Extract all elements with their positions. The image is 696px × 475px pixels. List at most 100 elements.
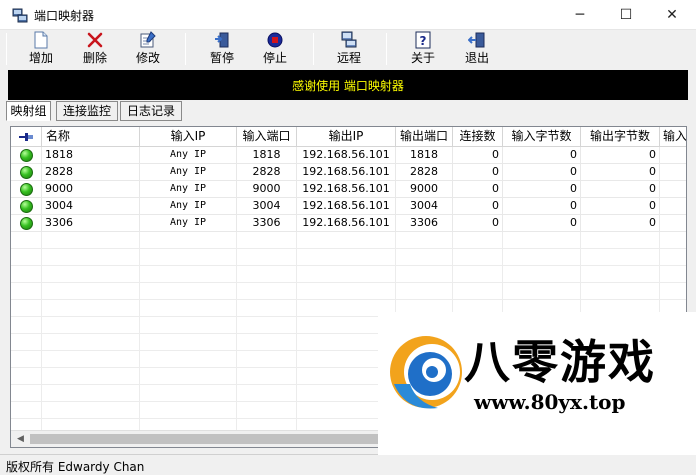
scroll-left-arrow-icon[interactable]: ◀: [12, 431, 29, 447]
remote-computer-icon: [341, 31, 357, 48]
table-row[interactable]: 2828 Any IP 2828 192.168.56.101 2828 0 0…: [11, 164, 686, 181]
status-cell: [11, 164, 42, 181]
name-cell: 2828: [42, 164, 140, 181]
tab-mapping-group[interactable]: 映射组: [6, 101, 51, 121]
app-icon: [12, 8, 28, 23]
status-green-icon: [19, 200, 33, 213]
input-port-cell: 3306: [237, 215, 297, 232]
status-cell: [11, 198, 42, 215]
input-bytes-cell: 0: [503, 164, 581, 181]
output-port-cell: 2828: [396, 164, 453, 181]
about-button[interactable]: ? 关于: [401, 31, 445, 67]
list-rows: 1818 Any IP 1818 192.168.56.101 1818 0 0…: [11, 147, 686, 232]
output-bytes-cell: 0: [581, 147, 660, 164]
connections-cell: 0: [453, 164, 503, 181]
table-row[interactable]: 1818 Any IP 1818 192.168.56.101 1818 0 0…: [11, 147, 686, 164]
delete-button[interactable]: 删除: [73, 31, 117, 67]
output-port-cell: 3306: [396, 215, 453, 232]
column-header-output-port[interactable]: 输出端口: [396, 127, 453, 147]
status-cell: [11, 181, 42, 198]
80yx-logo-icon: [390, 336, 462, 409]
output-ip-cell: 192.168.56.101: [297, 198, 396, 215]
pause-door-icon: [215, 32, 229, 48]
input-bytes-cell: 0: [503, 198, 581, 215]
column-header-output-ip[interactable]: 输出IP: [297, 127, 396, 147]
input-ip-cell: Any IP: [140, 164, 237, 181]
output-ip-cell: 192.168.56.101: [297, 147, 396, 164]
output-port-cell: 1818: [396, 147, 453, 164]
table-row[interactable]: 9000 Any IP 9000 192.168.56.101 9000 0 0…: [11, 181, 686, 198]
output-bytes-cell: 0: [581, 164, 660, 181]
output-port-cell: 3004: [396, 198, 453, 215]
column-header-input-truncated[interactable]: 输入: [660, 127, 686, 147]
new-document-icon: [34, 31, 48, 49]
input-trailing-cell: [660, 147, 686, 164]
stop-icon: [267, 32, 283, 48]
toolbar-separator: [386, 33, 387, 65]
window-title: 端口映射器: [34, 9, 95, 23]
toolbar-separator: [313, 33, 314, 65]
output-bytes-cell: 0: [581, 198, 660, 215]
status-green-icon: [19, 149, 33, 162]
scrollbar-thumb[interactable]: [30, 434, 390, 444]
table-row[interactable]: 3004 Any IP 3004 192.168.56.101 3004 0 0…: [11, 198, 686, 215]
name-cell: 1818: [42, 147, 140, 164]
connections-cell: 0: [453, 215, 503, 232]
input-bytes-cell: 0: [503, 215, 581, 232]
input-trailing-cell: [660, 164, 686, 181]
close-button[interactable]: ✕: [649, 0, 695, 30]
output-port-cell: 9000: [396, 181, 453, 198]
stop-button-label: 停止: [262, 51, 287, 65]
input-bytes-cell: 0: [503, 147, 581, 164]
table-row[interactable]: 3306 Any IP 3306 192.168.56.101 3306 0 0…: [11, 215, 686, 232]
input-trailing-cell: [660, 181, 686, 198]
stop-button[interactable]: 停止: [253, 31, 297, 67]
column-header-connections[interactable]: 连接数: [453, 127, 503, 147]
welcome-banner: 感谢使用 端口映射器: [8, 70, 688, 100]
connections-cell: 0: [453, 181, 503, 198]
remote-button[interactable]: 远程: [327, 31, 371, 67]
pause-button[interactable]: 暂停: [200, 31, 244, 67]
edit-button[interactable]: 修改: [126, 31, 170, 67]
site-watermark: 八零游戏 www.80yx.top: [378, 312, 696, 455]
maximize-button[interactable]: ☐: [603, 0, 649, 30]
toolbar: 增加 删除 修改 暂停 停止 远程 ? 关于 退出: [0, 30, 696, 68]
input-ip-cell: Any IP: [140, 181, 237, 198]
edit-button-label: 修改: [135, 51, 160, 65]
exit-door-icon: [468, 32, 485, 48]
minimize-button[interactable]: ─: [557, 0, 603, 30]
status-cell: [11, 147, 42, 164]
add-button-label: 增加: [28, 51, 53, 65]
column-header-output-bytes[interactable]: 输出字节数: [581, 127, 660, 147]
add-button[interactable]: 增加: [19, 31, 63, 67]
pause-button-label: 暂停: [209, 51, 234, 65]
remote-button-label: 远程: [336, 51, 361, 65]
column-header-input-port[interactable]: 输入端口: [237, 127, 297, 147]
input-port-cell: 2828: [237, 164, 297, 181]
name-cell: 9000: [42, 181, 140, 198]
list-header: 名称 输入IP 输入端口 输出IP 输出端口 连接数 输入字节数 输出字节数 输…: [11, 127, 686, 147]
connections-cell: 0: [453, 198, 503, 215]
exit-button[interactable]: 退出: [455, 31, 499, 67]
input-trailing-cell: [660, 215, 686, 232]
name-cell: 3004: [42, 198, 140, 215]
exit-button-label: 退出: [464, 51, 489, 65]
input-bytes-cell: 0: [503, 181, 581, 198]
tab-connection-monitor[interactable]: 连接监控: [56, 101, 118, 121]
column-header-status[interactable]: [11, 127, 42, 147]
watermark-url: www.80yx.top: [474, 390, 626, 414]
input-trailing-cell: [660, 198, 686, 215]
output-bytes-cell: 0: [581, 181, 660, 198]
output-ip-cell: 192.168.56.101: [297, 215, 396, 232]
column-header-name[interactable]: 名称: [42, 127, 140, 147]
toolbar-separator: [185, 33, 186, 65]
input-port-cell: 3004: [237, 198, 297, 215]
title-bar: 端口映射器 ─ ☐ ✕: [0, 0, 696, 30]
column-header-input-ip[interactable]: 输入IP: [140, 127, 237, 147]
status-green-icon: [19, 166, 33, 179]
svg-text:?: ?: [420, 34, 427, 48]
input-ip-cell: Any IP: [140, 215, 237, 232]
tab-log[interactable]: 日志记录: [120, 101, 182, 121]
column-header-input-bytes[interactable]: 输入字节数: [503, 127, 581, 147]
status-cell: [11, 215, 42, 232]
